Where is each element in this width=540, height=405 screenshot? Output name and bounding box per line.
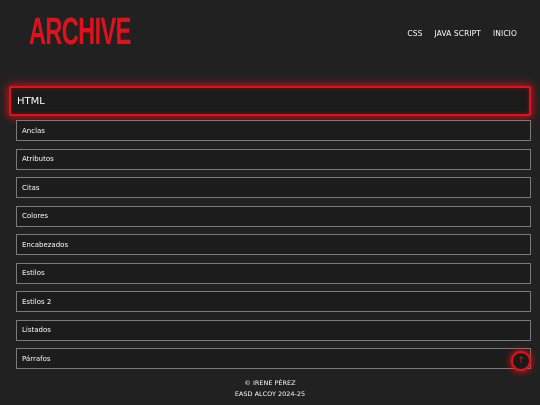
nav-link-javascript[interactable]: JAVA SCRIPT	[434, 28, 481, 40]
site-header: ARCHIVE CSS JAVA SCRIPT INICIO	[0, 0, 540, 70]
list-item-citas[interactable]: Citas	[16, 177, 531, 198]
list-item-anclas[interactable]: Anclas	[16, 120, 531, 141]
footer-copyright: © IRENE PÉREZ	[244, 379, 296, 387]
list-item-colores[interactable]: Colores	[16, 205, 531, 227]
nav-link-inicio[interactable]: INICIO	[493, 28, 517, 40]
list-item-estilos-2[interactable]: Estilos 2	[16, 291, 531, 312]
topic-list: Anclas Atributos Citas Colores Encabezad…	[16, 120, 531, 377]
list-item-atributos[interactable]: Atributos	[16, 148, 531, 170]
section-title-html[interactable]: HTML	[9, 86, 531, 116]
list-item-listados[interactable]: Listados	[16, 319, 531, 341]
site-footer: © IRENE PÉREZ EASD ALCOY 2024-25	[0, 378, 540, 400]
main-nav: CSS JAVA SCRIPT INICIO	[407, 28, 517, 40]
list-item-estilos[interactable]: Estilos	[16, 262, 531, 284]
nav-link-css[interactable]: CSS	[407, 28, 422, 40]
footer-school: EASD ALCOY 2024-25	[234, 390, 306, 398]
page: ARCHIVE CSS JAVA SCRIPT INICIO HTML Ancl…	[0, 0, 540, 405]
site-logo[interactable]: ARCHIVE	[29, 11, 131, 53]
arrow-up-icon: ↑	[517, 355, 525, 366]
list-item-parrafos[interactable]: Párrafos	[16, 348, 531, 369]
list-item-encabezados[interactable]: Encabezados	[16, 234, 531, 255]
scroll-to-top-button[interactable]: ↑	[511, 351, 531, 371]
